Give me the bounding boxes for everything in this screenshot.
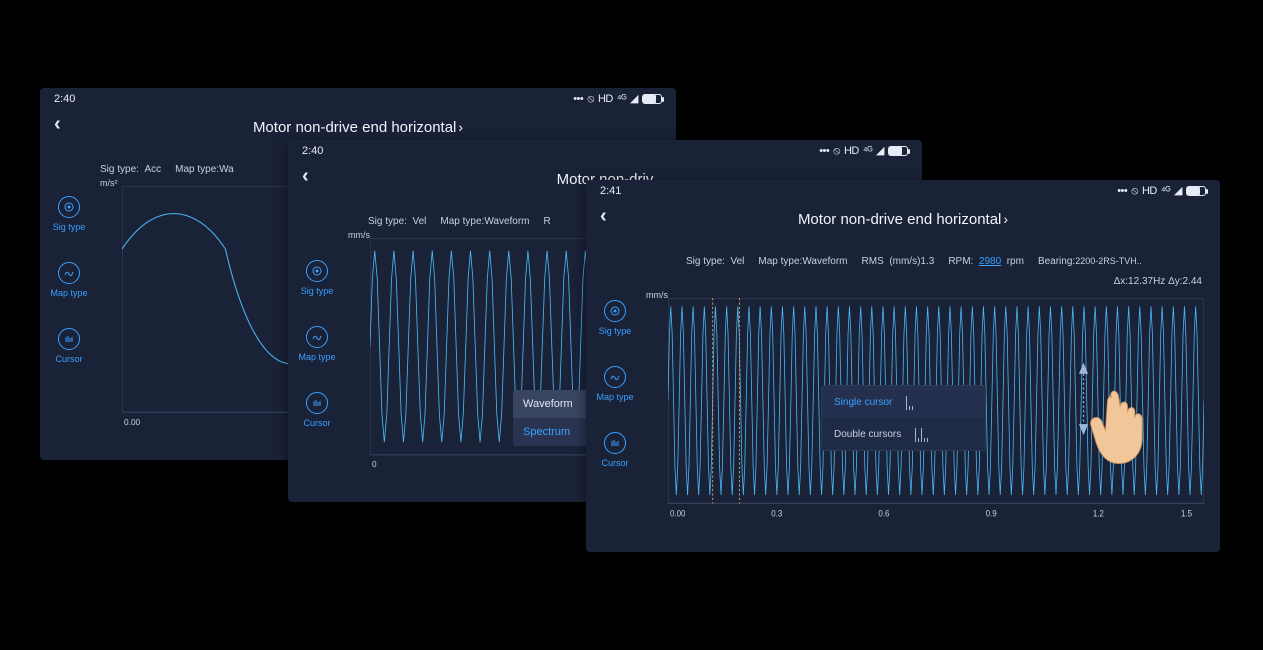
sig-type-label: Sig type xyxy=(301,286,334,296)
map-type-label: Map type xyxy=(298,352,335,362)
bearing-value[interactable]: 2200-2RS-TVH.. xyxy=(1075,256,1142,266)
page-title: Motor non-drive end horizontal xyxy=(798,211,1001,228)
map-type-label: Map type xyxy=(596,392,633,402)
cursor-mode-popover[interactable]: Single cursor Double cursors xyxy=(821,385,986,451)
cursor-icon xyxy=(604,432,626,454)
cursor-icon xyxy=(58,328,80,350)
side-toolbar: Sig type Map type Cursor xyxy=(294,260,340,428)
side-toolbar: Sig type Map type Cursor xyxy=(592,300,638,468)
sig-type-icon xyxy=(58,196,80,218)
sig-type-label: Sig type xyxy=(599,326,632,336)
title-bar: ‹ Motor non-drive end horizontal› xyxy=(40,110,676,144)
map-type-icon xyxy=(604,366,626,388)
single-cursor-glyph-icon xyxy=(906,394,936,410)
svg-text:0.6: 0.6 xyxy=(878,508,889,519)
cursor-button[interactable]: Cursor xyxy=(55,328,82,364)
delta-readout: Δx:12.37Hz Δy:2.44 xyxy=(1114,276,1202,287)
double-cursors-label: Double cursors xyxy=(834,429,901,440)
sig-type-button[interactable]: Sig type xyxy=(599,300,632,336)
sig-type-icon xyxy=(604,300,626,322)
map-type-button[interactable]: Map type xyxy=(298,326,335,362)
map-type-button[interactable]: Map type xyxy=(596,366,633,402)
cursor-label: Cursor xyxy=(55,354,82,364)
cursor-label: Cursor xyxy=(601,458,628,468)
map-type-label: Map type xyxy=(50,288,87,298)
svg-text:0.00: 0.00 xyxy=(670,508,686,519)
chevron-right-icon[interactable]: › xyxy=(458,119,463,135)
sig-type-icon xyxy=(306,260,328,282)
page-title: Motor non-drive end horizontal xyxy=(253,119,456,136)
svg-text:0.3: 0.3 xyxy=(771,508,782,519)
chevron-right-icon[interactable]: › xyxy=(1003,211,1008,227)
clock: 2:41 xyxy=(600,185,621,197)
clock: 2:40 xyxy=(54,93,75,105)
screenshot-panel-3: 2:41 •••⦸HD⁴ᴳ◢ ‹ Motor non-drive end hor… xyxy=(586,180,1220,552)
svg-text:1.2: 1.2 xyxy=(1093,508,1104,519)
status-icons: •••⦸HD⁴ᴳ◢ xyxy=(815,144,908,158)
cursor-icon xyxy=(306,392,328,414)
map-type-button[interactable]: Map type xyxy=(50,262,87,298)
single-cursor-option[interactable]: Single cursor xyxy=(822,386,985,418)
double-cursors-option[interactable]: Double cursors xyxy=(822,418,985,450)
svg-text:0: 0 xyxy=(372,460,377,469)
back-icon[interactable]: ‹ xyxy=(600,206,607,226)
status-bar: 2:40 •••⦸HD⁴ᴳ◢ xyxy=(40,88,676,110)
status-icons: •••⦸HD⁴ᴳ◢ xyxy=(569,92,662,106)
cursor-button[interactable]: Cursor xyxy=(303,392,330,428)
rpm-value[interactable]: 2980 xyxy=(979,256,1001,267)
single-cursor-label: Single cursor xyxy=(834,397,892,408)
svg-text:0.9: 0.9 xyxy=(986,508,997,519)
cursor-button[interactable]: Cursor xyxy=(601,432,628,468)
side-toolbar: Sig type Map type Cursor xyxy=(46,196,92,364)
status-bar: 2:40 •••⦸HD⁴ᴳ◢ xyxy=(288,140,922,162)
back-icon[interactable]: ‹ xyxy=(302,166,309,186)
y-unit: mm/s xyxy=(646,290,668,300)
sig-type-button[interactable]: Sig type xyxy=(53,196,86,232)
sig-type-button[interactable]: Sig type xyxy=(301,260,334,296)
status-bar: 2:41 •••⦸HD⁴ᴳ◢ xyxy=(586,180,1220,202)
clock: 2:40 xyxy=(302,145,323,157)
status-icons: •••⦸HD⁴ᴳ◢ xyxy=(1113,184,1206,198)
back-icon[interactable]: ‹ xyxy=(54,114,61,134)
info-line: Sig type: Vel Map type:Waveform RMS (mm/… xyxy=(686,256,1206,267)
map-type-icon xyxy=(306,326,328,348)
title-bar: ‹ Motor non-drive end horizontal› xyxy=(586,202,1220,236)
map-type-icon xyxy=(58,262,80,284)
double-cursors-glyph-icon xyxy=(915,426,945,442)
sig-type-label: Sig type xyxy=(53,222,86,232)
svg-text:1.5: 1.5 xyxy=(1181,508,1192,519)
svg-text:0.00: 0.00 xyxy=(124,417,140,427)
y-unit: m/s² xyxy=(100,178,118,188)
cursor-label: Cursor xyxy=(303,418,330,428)
y-unit: mm/s xyxy=(348,230,370,240)
